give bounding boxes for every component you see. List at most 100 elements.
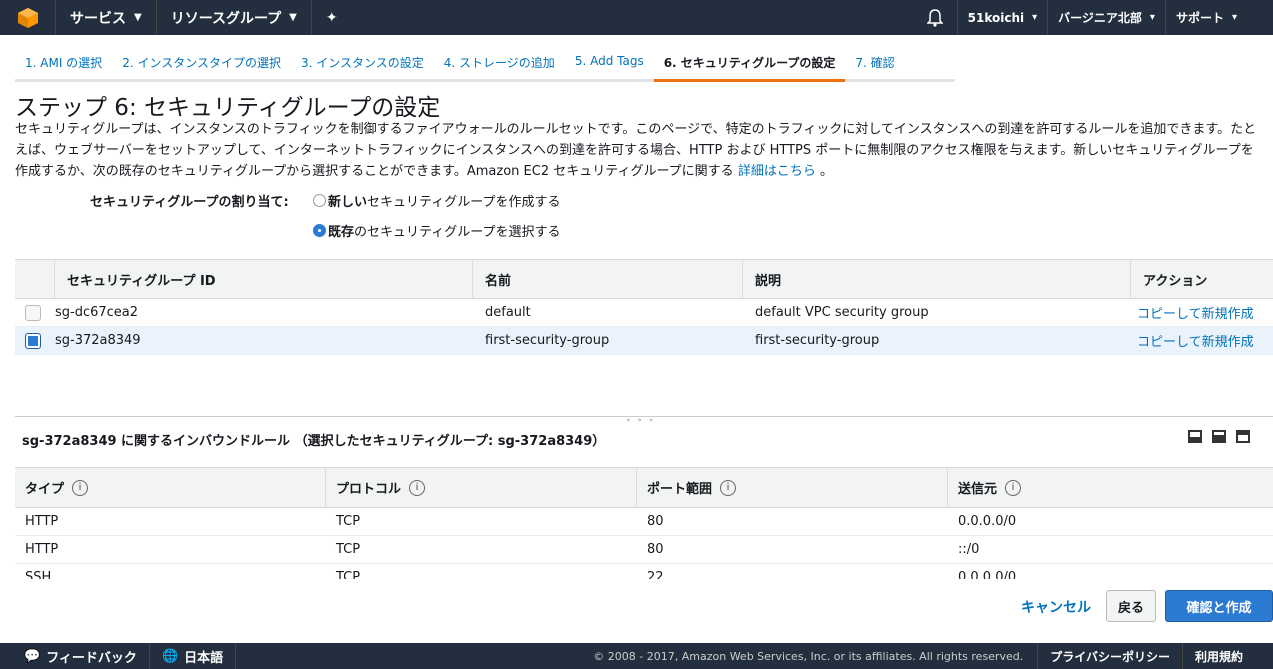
resource-groups-menu[interactable]: リソースグループ ▼	[157, 0, 312, 35]
info-icon[interactable]: i	[72, 479, 89, 496]
info-icon[interactable]: i	[409, 479, 426, 496]
sg-id: sg-372a8349	[55, 333, 141, 348]
header-source-label: 送信元	[958, 482, 998, 497]
region-name: バージニア北部	[1058, 11, 1142, 25]
tab-add-storage[interactable]: 4. ストレージの追加	[433, 46, 565, 82]
radio-new-label: セキュリティグループを作成する	[367, 195, 561, 210]
learn-more-link[interactable]: 詳細はこちら	[738, 164, 816, 179]
support-label: サポート	[1175, 11, 1224, 25]
header-port-range: ポート範囲 i	[637, 468, 948, 507]
description-end: 。	[819, 164, 833, 179]
row-checkbox[interactable]	[25, 304, 41, 321]
view-toggle-group	[1188, 430, 1250, 443]
services-label: サービス	[70, 10, 126, 27]
assign-label: セキュリティグループの割り当て:	[90, 195, 289, 210]
rule-port: 80	[647, 542, 664, 557]
inbound-rules-title: sg-372a8349 に関するインバウンドルール （選択したセキュリティグルー…	[22, 434, 606, 449]
rule-source: 0.0.0.0/0	[958, 570, 1017, 579]
rule-port: 80	[647, 514, 664, 529]
pane-divider[interactable]	[15, 416, 1273, 417]
notifications-button[interactable]	[914, 0, 958, 35]
radio-button[interactable]	[313, 194, 326, 207]
tab-add-tags[interactable]: 5. Add Tags	[564, 46, 654, 82]
header-type-label: タイプ	[25, 482, 65, 497]
rule-protocol: TCP	[336, 570, 361, 579]
tab-security-group[interactable]: 6. セキュリティグループの設定	[653, 46, 846, 82]
radio-existing-label: のセキュリティグループを選択する	[354, 225, 561, 240]
rule-type: HTTP	[25, 542, 59, 557]
header-sg-id[interactable]: セキュリティグループ ID	[55, 260, 473, 298]
footer: 💬 フィードバック 🌐 日本語 © 2008 - 2017, Amazon We…	[0, 643, 1273, 669]
sg-description: default VPC security group	[755, 305, 929, 320]
header-action: アクション	[1143, 273, 1208, 289]
view-bottom-half-icon[interactable]	[1212, 430, 1226, 443]
header-protocol: プロトコル i	[326, 468, 637, 507]
page-title: ステップ 6: セキュリティグループの設定	[15, 95, 441, 121]
radio-button-selected[interactable]	[313, 224, 326, 237]
rules-header: タイプ i プロトコル i ポート範囲 i 送信元 i	[15, 467, 1273, 508]
copy-to-new-link[interactable]: コピーして新規作成	[1131, 327, 1273, 354]
header-type: タイプ i	[15, 468, 326, 507]
table-row: SSH TCP 22 0.0.0.0/0	[15, 564, 1273, 579]
radio-create-new[interactable]: 新しい セキュリティグループを作成する	[313, 191, 560, 210]
table-row[interactable]: sg-372a8349 first-security-group first-s…	[15, 327, 1273, 355]
tab-instance-type[interactable]: 2. インスタンスタイプの選択	[112, 46, 291, 82]
rule-protocol: TCP	[336, 542, 361, 557]
language-label: 日本語	[184, 650, 224, 666]
radio-select-existing[interactable]: 既存 のセキュリティグループを選択する	[313, 221, 560, 240]
inbound-rules-table: タイプ i プロトコル i ポート範囲 i 送信元 i HTTP TCP 80 0.0.…	[15, 467, 1273, 579]
resize-handle[interactable]: ° ° °	[626, 418, 655, 428]
chevron-down-icon: ▾	[1231, 12, 1237, 23]
resource-groups-label: リソースグループ	[170, 10, 282, 27]
bell-icon	[927, 8, 944, 27]
privacy-policy-link[interactable]: プライバシーポリシー	[1037, 643, 1182, 669]
chevron-down-icon: ▼	[289, 12, 297, 23]
tab-ami[interactable]: 1. AMI の選択	[15, 46, 113, 82]
support-menu[interactable]: サポート ▾	[1166, 0, 1273, 35]
feedback-button[interactable]: 💬 フィードバック	[0, 643, 150, 669]
rule-source: 0.0.0.0/0	[958, 514, 1017, 529]
feedback-label: フィードバック	[46, 650, 137, 666]
header-port-label: ポート範囲	[647, 482, 713, 497]
header-name[interactable]: 名前	[473, 260, 743, 298]
user-menu[interactable]: 51koichi ▾	[958, 0, 1049, 35]
chevron-down-icon: ▼	[134, 12, 142, 23]
review-and-launch-button[interactable]: 確認と作成	[1165, 590, 1273, 622]
info-icon[interactable]: i	[1005, 479, 1022, 496]
terms-link[interactable]: 利用規約	[1181, 643, 1273, 669]
rule-type: SSH	[25, 570, 52, 579]
copyright-text: © 2008 - 2017, Amazon Web Services, Inc.…	[593, 649, 1024, 663]
copy-to-new-link[interactable]: コピーして新規作成	[1131, 299, 1273, 326]
page-description: セキュリティグループは、インスタンスのトラフィックを制御するファイアウォールのル…	[15, 119, 1265, 182]
speech-bubble-icon: 💬	[24, 648, 41, 664]
back-button[interactable]: 戻る	[1106, 590, 1156, 622]
cancel-button[interactable]: キャンセル	[1021, 597, 1091, 617]
top-nav: サービス ▼ リソースグループ ▼ ✦ 51koichi ▾ バージニア北部 ▾…	[0, 0, 1273, 35]
table-row[interactable]: sg-dc67cea2 default default VPC security…	[15, 299, 1273, 327]
rule-source: ::/0	[958, 542, 980, 557]
description-text: セキュリティグループは、インスタンスのトラフィックを制御するファイアウォールのル…	[15, 122, 1257, 179]
row-checkbox-checked[interactable]	[25, 332, 41, 349]
tab-review[interactable]: 7. 確認	[845, 46, 955, 82]
rule-protocol: TCP	[336, 514, 361, 529]
view-full-icon[interactable]	[1236, 430, 1250, 443]
language-button[interactable]: 🌐 日本語	[150, 643, 237, 669]
chevron-down-icon: ▾	[1149, 12, 1155, 23]
services-menu[interactable]: サービス ▼	[56, 0, 157, 35]
table-header: セキュリティグループ ID 名前 説明 アクション	[15, 260, 1273, 299]
info-icon[interactable]: i	[720, 479, 737, 496]
user-name: 51koichi	[967, 10, 1025, 25]
tab-configure-instance[interactable]: 3. インスタンスの設定	[290, 46, 434, 82]
header-description[interactable]: 説明	[743, 260, 1131, 298]
header-source: 送信元 i	[948, 468, 1259, 507]
pin-button[interactable]: ✦	[312, 0, 352, 35]
radio-new-bold: 新しい	[328, 195, 368, 210]
aws-logo-icon[interactable]	[0, 0, 56, 35]
rule-port: 22	[647, 570, 664, 579]
view-bottom-small-icon[interactable]	[1188, 430, 1202, 443]
globe-icon: 🌐	[161, 648, 179, 664]
sg-name: default	[485, 305, 531, 320]
header-protocol-label: プロトコル	[336, 482, 402, 497]
radio-existing-bold: 既存	[328, 225, 355, 240]
region-menu[interactable]: バージニア北部 ▾	[1048, 0, 1166, 35]
